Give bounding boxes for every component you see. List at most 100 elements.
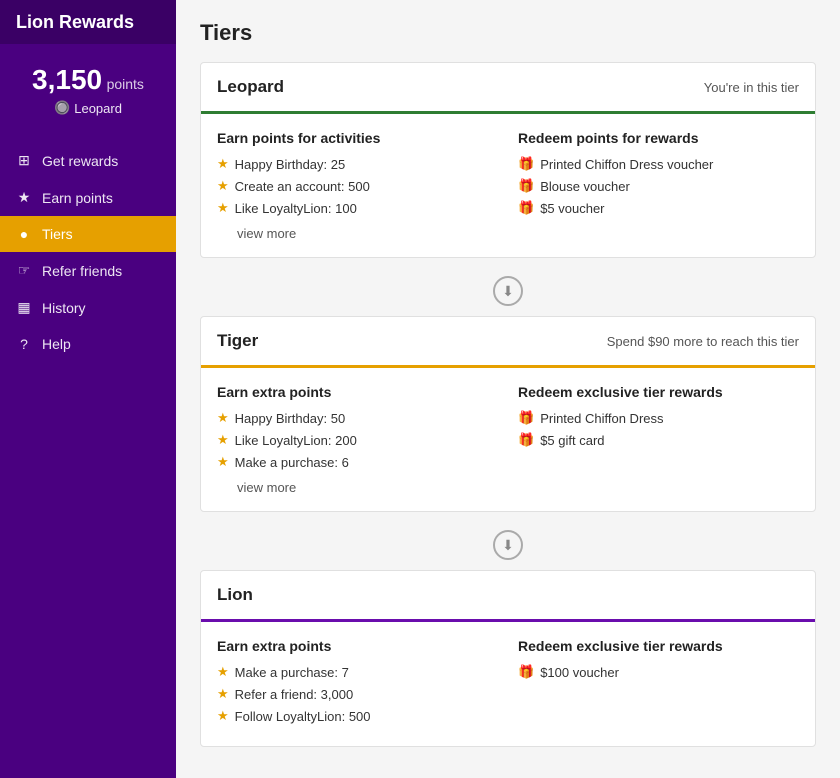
redeem-col-lion: Redeem exclusive tier rewards 🎁 $100 vouch… xyxy=(518,638,799,730)
tier-name-leopard: Leopard xyxy=(217,77,284,97)
view-more-earn-tiger[interactable]: view more xyxy=(217,476,498,495)
sidebar-item-get-rewards[interactable]: ⊞ Get rewards xyxy=(0,142,176,179)
sidebar-nav: ⊞ Get rewards★ Earn points● Tiers☞ Refer… xyxy=(0,142,176,778)
star-icon: ★ xyxy=(217,454,229,470)
redeem-item-lion-0: 🎁 $100 voucher xyxy=(518,664,799,680)
sidebar-item-history[interactable]: ▦ History xyxy=(0,289,176,326)
tier-status-leopard: You're in this tier xyxy=(704,80,799,95)
earn-heading-tiger: Earn extra points xyxy=(217,384,498,400)
earn-item-lion-0: ★ Make a purchase: 7 xyxy=(217,664,498,680)
tier-badge: 🔘 Leopard xyxy=(10,100,166,116)
tier-card-body-lion: Earn extra points ★ Make a purchase: 7 ★ Ref… xyxy=(201,622,815,746)
sidebar-item-help[interactable]: ? Help xyxy=(0,326,176,362)
redeem-heading-lion: Redeem exclusive tier rewards xyxy=(518,638,799,654)
tiers-container: Leopard You're in this tier Earn points f… xyxy=(200,62,816,747)
earn-item-tiger-0: ★ Happy Birthday: 50 xyxy=(217,410,498,426)
points-number: 3,150 xyxy=(32,64,102,95)
redeem-item-label: Blouse voucher xyxy=(540,179,630,194)
redeem-heading-tiger: Redeem exclusive tier rewards xyxy=(518,384,799,400)
history-icon: ▦ xyxy=(16,299,32,316)
earn-item-label: Make a purchase: 6 xyxy=(235,455,349,470)
earn-item-lion-2: ★ Follow LoyaltyLion: 500 xyxy=(217,708,498,724)
nav-label-refer-friends: Refer friends xyxy=(42,263,122,279)
tier-icon: 🔘 xyxy=(54,100,70,116)
star-icon: ★ xyxy=(217,686,229,702)
tier-name-lion: Lion xyxy=(217,585,253,605)
star-icon: ★ xyxy=(217,410,229,426)
earn-item-lion-1: ★ Refer a friend: 3,000 xyxy=(217,686,498,702)
gift-icon: 🎁 xyxy=(518,432,534,448)
main-content: Tiers Leopard You're in this tier Earn po… xyxy=(176,0,840,778)
earn-item-label: Make a purchase: 7 xyxy=(235,665,349,680)
earn-item-tiger-1: ★ Like LoyaltyLion: 200 xyxy=(217,432,498,448)
earn-item-leopard-0: ★Happy Birthday: 25 xyxy=(217,156,498,172)
star-icon: ★ xyxy=(217,178,229,194)
star-icon: ★ xyxy=(217,708,229,724)
gift-icon: 🎁 xyxy=(518,200,534,216)
earn-item-leopard-2: ★ Like LoyaltyLion: 100 xyxy=(217,200,498,216)
earn-item-label: Happy Birthday: 50 xyxy=(235,411,346,426)
sidebar-item-earn-points[interactable]: ★ Earn points xyxy=(0,179,176,216)
redeem-item-leopard-1: 🎁 Blouse voucher xyxy=(518,178,799,194)
earn-item-label: Like LoyaltyLion: 100 xyxy=(235,201,357,216)
redeem-item-tiger-0: 🎁 Printed Chiffon Dress xyxy=(518,410,799,426)
nav-label-get-rewards: Get rewards xyxy=(42,153,118,169)
earn-item-label: Refer a friend: 3,000 xyxy=(235,687,354,702)
redeem-heading-leopard: Redeem points for rewards xyxy=(518,130,799,146)
sidebar-item-refer-friends[interactable]: ☞ Refer friends xyxy=(0,252,176,289)
app-title: Lion Rewards xyxy=(0,0,176,44)
earn-heading-leopard: Earn points for activities xyxy=(217,130,498,146)
earn-points-icon: ★ xyxy=(16,189,32,206)
earn-col-lion: Earn extra points ★ Make a purchase: 7 ★ Ref… xyxy=(217,638,498,730)
star-icon: ★ xyxy=(217,156,229,172)
earn-item-label: Follow LoyaltyLion: 500 xyxy=(235,709,371,724)
tier-card-body-tiger: Earn extra points ★ Happy Birthday: 50 ★ Lik… xyxy=(201,368,815,511)
tiers-icon: ● xyxy=(16,226,32,242)
nav-label-earn-points: Earn points xyxy=(42,190,113,206)
star-icon: ★ xyxy=(217,200,229,216)
get-rewards-icon: ⊞ xyxy=(16,152,32,169)
gift-icon: 🎁 xyxy=(518,178,534,194)
redeem-item-label: Printed Chiffon Dress xyxy=(540,411,663,426)
tier-card-header-leopard: Leopard You're in this tier xyxy=(201,63,815,114)
earn-col-tiger: Earn extra points ★ Happy Birthday: 50 ★ Lik… xyxy=(217,384,498,495)
tier-arrow-2: ⬇ xyxy=(200,520,816,570)
redeem-item-label: Printed Chiffon Dress voucher xyxy=(540,157,713,172)
redeem-item-label: $5 gift card xyxy=(540,433,604,448)
view-more-earn-leopard[interactable]: view more xyxy=(217,222,498,241)
tier-name-tiger: Tiger xyxy=(217,331,258,351)
points-label: points xyxy=(107,76,144,92)
page-title: Tiers xyxy=(200,20,816,46)
earn-item-label: Create an account: 500 xyxy=(235,179,370,194)
sidebar-item-tiers[interactable]: ● Tiers xyxy=(0,216,176,252)
help-icon: ? xyxy=(16,336,32,352)
redeem-item-tiger-1: 🎁 $5 gift card xyxy=(518,432,799,448)
tier-card-header-lion: Lion xyxy=(201,571,815,622)
sidebar: Lion Rewards 3,150 points 🔘 Leopard ⊞ Ge… xyxy=(0,0,176,778)
tier-arrow-1: ⬇ xyxy=(200,266,816,316)
earn-item-tiger-2: ★ Make a purchase: 6 xyxy=(217,454,498,470)
earn-item-label: Like LoyaltyLion: 200 xyxy=(235,433,357,448)
redeem-item-leopard-0: 🎁 Printed Chiffon Dress voucher xyxy=(518,156,799,172)
tier-card-body-leopard: Earn points for activities ★Happy Birthda… xyxy=(201,114,815,257)
gift-icon: 🎁 xyxy=(518,664,534,680)
earn-col-leopard: Earn points for activities ★Happy Birthda… xyxy=(217,130,498,241)
redeem-col-leopard: Redeem points for rewards 🎁 Printed Chiffo… xyxy=(518,130,799,241)
redeem-item-label: $5 voucher xyxy=(540,201,604,216)
redeem-item-label: $100 voucher xyxy=(540,665,619,680)
points-display: 3,150 points 🔘 Leopard xyxy=(0,44,176,126)
star-icon: ★ xyxy=(217,664,229,680)
gift-icon: 🎁 xyxy=(518,156,534,172)
nav-label-history: History xyxy=(42,300,86,316)
tier-card-tiger: Tiger Spend $90 more to reach this tier E… xyxy=(200,316,816,512)
earn-item-leopard-1: ★ Create an account: 500 xyxy=(217,178,498,194)
tier-name: Leopard xyxy=(74,101,122,116)
gift-icon: 🎁 xyxy=(518,410,534,426)
tier-card-leopard: Leopard You're in this tier Earn points f… xyxy=(200,62,816,258)
refer-friends-icon: ☞ xyxy=(16,262,32,279)
tier-status-tiger: Spend $90 more to reach this tier xyxy=(607,334,799,349)
nav-label-help: Help xyxy=(42,336,71,352)
redeem-item-leopard-2: 🎁 $5 voucher xyxy=(518,200,799,216)
star-icon: ★ xyxy=(217,432,229,448)
earn-heading-lion: Earn extra points xyxy=(217,638,498,654)
